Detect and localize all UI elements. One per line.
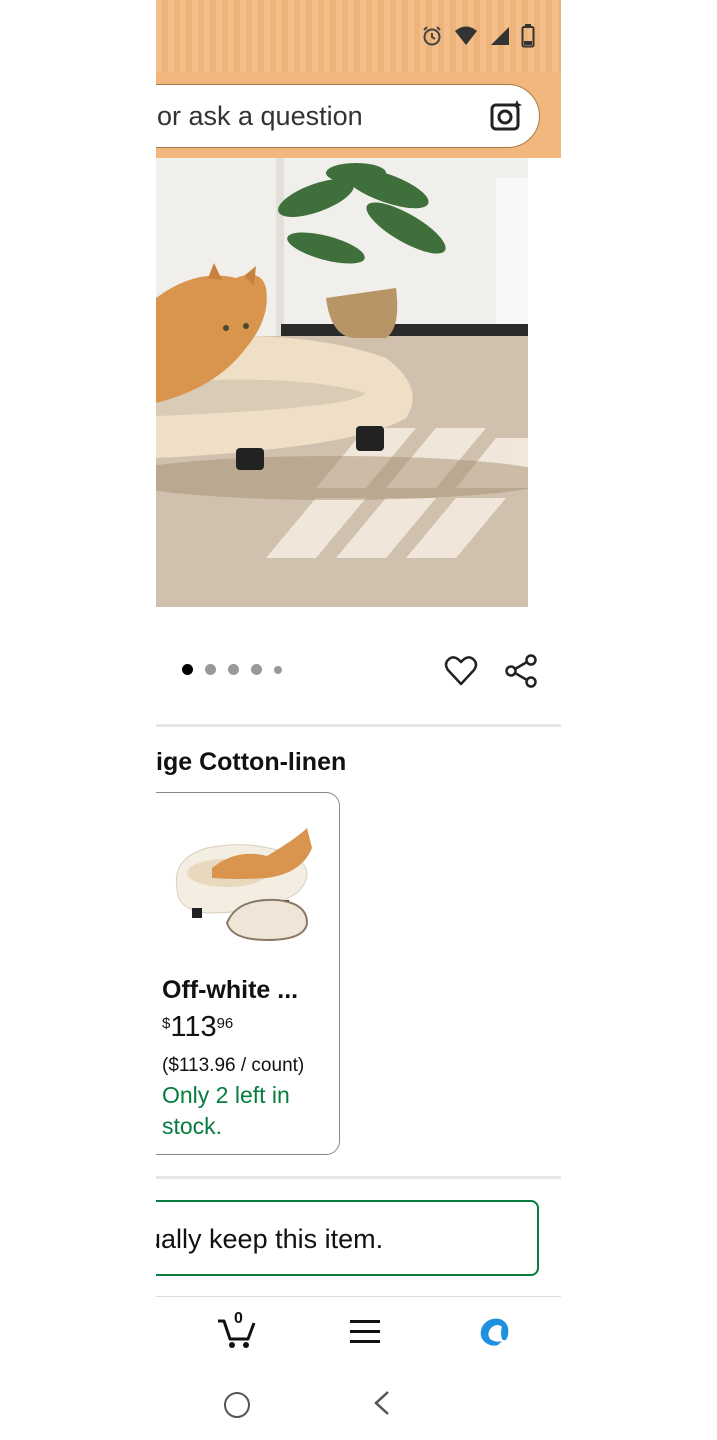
variant-title: ige Cotton-linen (156, 748, 347, 776)
bottom-nav: 0 (156, 1296, 561, 1367)
variant-card-stock: Only 2 left in stock. (162, 1082, 290, 1139)
carousel-dot[interactable] (251, 664, 262, 675)
home-icon[interactable] (224, 1392, 250, 1418)
section-divider (156, 1176, 561, 1179)
carousel-dot[interactable] (274, 665, 282, 674)
price-fraction: 96 (216, 1015, 234, 1032)
system-nav-bar (156, 1368, 561, 1440)
search-bar[interactable]: or ask a question (156, 84, 540, 148)
product-image[interactable] (156, 158, 528, 607)
keep-item-text: ually keep this item. (156, 1224, 384, 1254)
alarm-icon (423, 26, 441, 46)
product-photo (156, 158, 528, 607)
section-divider (156, 724, 561, 727)
search-input-text[interactable]: or ask a question (157, 101, 363, 132)
camera-sparkle-icon[interactable] (489, 99, 523, 133)
share-icon[interactable] (504, 654, 538, 688)
variant-card-title[interactable]: Off-white ... (162, 976, 298, 1005)
status-bar (156, 0, 561, 72)
signal-icon (491, 27, 509, 45)
price-whole: 113 (170, 1011, 217, 1043)
wifi-icon (455, 26, 477, 45)
heart-icon[interactable] (444, 654, 478, 688)
carousel-dot[interactable] (228, 664, 239, 675)
back-icon[interactable] (372, 1390, 392, 1416)
keep-item-notice[interactable]: ually keep this item. (156, 1200, 539, 1276)
variant-card-unit-price: ($113.96 / count) (162, 1055, 305, 1076)
menu-icon[interactable] (350, 1319, 380, 1345)
alexa-icon[interactable] (476, 1315, 512, 1349)
image-carousel-dots[interactable] (182, 664, 282, 675)
carousel-dot[interactable] (182, 664, 193, 675)
carousel-dot[interactable] (205, 664, 216, 675)
variant-card-price: $11396 (162, 1011, 233, 1044)
variant-card[interactable]: Off-white ... $11396 ($113.96 / count) O… (156, 792, 340, 1155)
cart-count: 0 (234, 1310, 243, 1327)
app-screen: or ask a question ige Cotton-linen Off-w… (156, 0, 561, 1440)
price-symbol: $ (162, 1015, 171, 1032)
variant-thumbnail (175, 828, 312, 942)
battery-icon (521, 24, 535, 48)
